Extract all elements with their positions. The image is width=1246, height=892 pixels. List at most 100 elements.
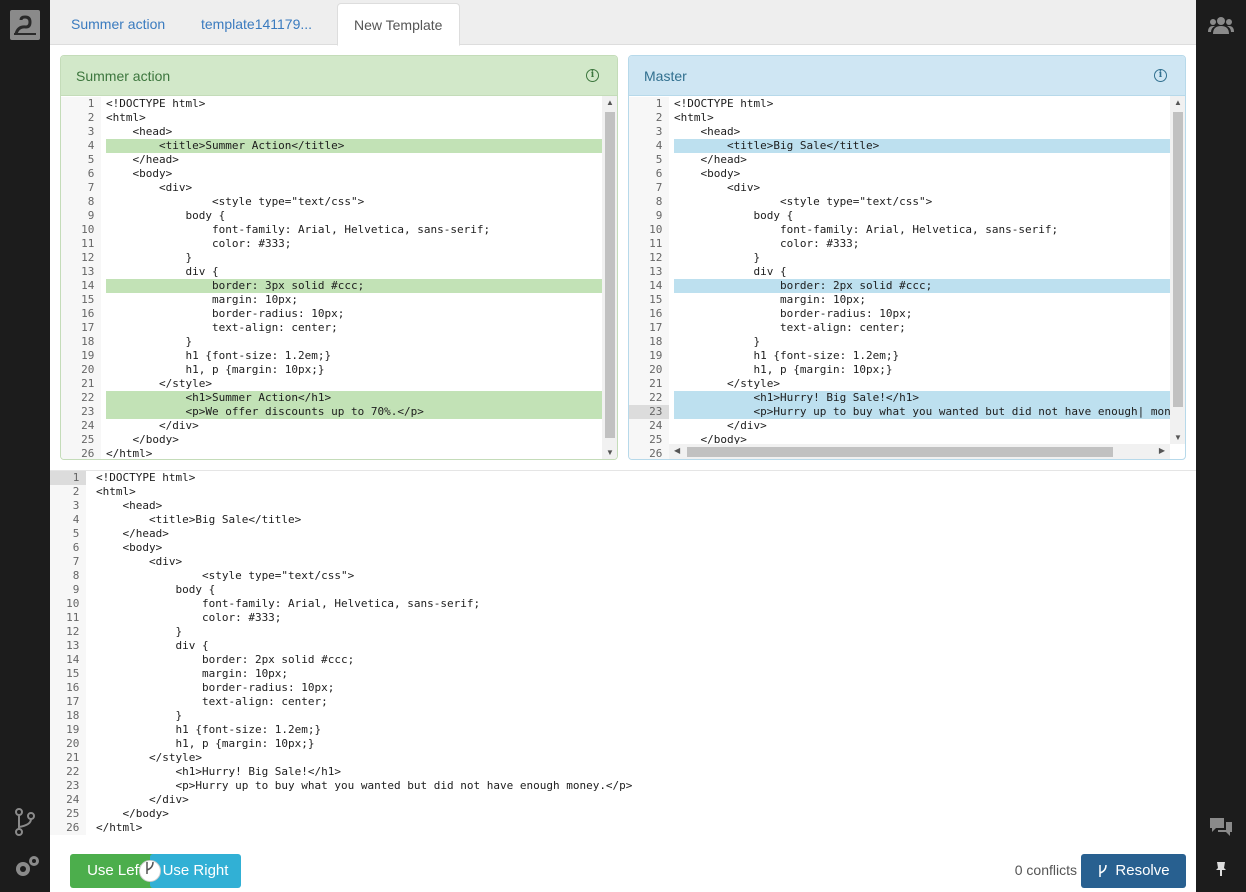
- code-line[interactable]: 15 margin: 10px;: [61, 293, 617, 307]
- code-line[interactable]: 3 <head>: [50, 499, 1196, 513]
- code-line[interactable]: 3 <head>: [61, 125, 617, 139]
- line-text: </head>: [106, 153, 179, 166]
- code-line[interactable]: 23 <p>We offer discounts up to 70%.</p>: [61, 405, 617, 419]
- code-line[interactable]: 14 border: 2px solid #ccc;: [629, 279, 1185, 293]
- code-line[interactable]: 12 }: [61, 251, 617, 265]
- code-line[interactable]: 23 <p>Hurry up to buy what you wanted bu…: [50, 779, 1196, 793]
- code-line[interactable]: 15 margin: 10px;: [50, 667, 1196, 681]
- code-line[interactable]: 20 h1, p {margin: 10px;}: [50, 737, 1196, 751]
- code-line[interactable]: 18 }: [50, 709, 1196, 723]
- code-line[interactable]: 3 <head>: [629, 125, 1185, 139]
- code-line[interactable]: 7 <div>: [629, 181, 1185, 195]
- code-line[interactable]: 10 font-family: Arial, Helvetica, sans-s…: [61, 223, 617, 237]
- code-line[interactable]: 19 h1 {font-size: 1.2em;}: [629, 349, 1185, 363]
- tab-new-template[interactable]: New Template: [337, 3, 460, 46]
- use-right-button[interactable]: Use Right: [150, 854, 241, 888]
- code-line[interactable]: 6 <body>: [629, 167, 1185, 181]
- code-line[interactable]: 8 <style type="text/css">: [629, 195, 1185, 209]
- users-icon[interactable]: [1207, 12, 1235, 38]
- info-icon[interactable]: i: [1154, 69, 1167, 82]
- code-line[interactable]: 24 </div>: [61, 419, 617, 433]
- code-line[interactable]: 1 <!DOCTYPE html>: [629, 97, 1185, 111]
- code-line[interactable]: 22 <h1>Summer Action</h1>: [61, 391, 617, 405]
- resolve-button[interactable]: Resolve: [1081, 854, 1186, 888]
- code-line[interactable]: 12 }: [50, 625, 1196, 639]
- code-line[interactable]: 19 h1 {font-size: 1.2em;}: [61, 349, 617, 363]
- code-line[interactable]: 18 }: [61, 335, 617, 349]
- code-line[interactable]: 20 h1, p {margin: 10px;}: [61, 363, 617, 377]
- code-line[interactable]: 24 </div>: [50, 793, 1196, 807]
- code-line[interactable]: 4 <title>Big Sale</title>: [50, 513, 1196, 527]
- code-line[interactable]: 2 <html>: [629, 111, 1185, 125]
- pin-icon[interactable]: [1212, 858, 1230, 880]
- code-line[interactable]: 11 color: #333;: [629, 237, 1185, 251]
- code-line[interactable]: 21 </style>: [50, 751, 1196, 765]
- code-line[interactable]: 26 </html>: [61, 447, 617, 459]
- line-text: <!DOCTYPE html>: [106, 97, 206, 110]
- swan-logo-icon[interactable]: [10, 10, 40, 40]
- code-line[interactable]: 21 </style>: [61, 377, 617, 391]
- code-line[interactable]: 26 </html>: [50, 821, 1196, 835]
- code-line[interactable]: 21 </style>: [629, 377, 1185, 391]
- code-line[interactable]: 4 <title>Summer Action</title>: [61, 139, 617, 153]
- code-line[interactable]: 23 <p>Hurry up to buy what you wanted bu…: [629, 405, 1185, 419]
- code-line[interactable]: 7 <div>: [50, 555, 1196, 569]
- code-line[interactable]: 18 }: [629, 335, 1185, 349]
- code-line[interactable]: 17 text-align: center;: [629, 321, 1185, 335]
- code-line[interactable]: 16 border-radius: 10px;: [50, 681, 1196, 695]
- code-line[interactable]: 11 color: #333;: [61, 237, 617, 251]
- code-line[interactable]: 25 </body>: [50, 807, 1196, 821]
- merge-result-editor[interactable]: 1 <!DOCTYPE html> 2 <html> 3 <head> 4 <titl…: [50, 470, 1196, 850]
- code-line[interactable]: 9 body {: [61, 209, 617, 223]
- code-line[interactable]: 13 div {: [50, 639, 1196, 653]
- code-line[interactable]: 8 <style type="text/css">: [50, 569, 1196, 583]
- code-line[interactable]: 10 font-family: Arial, Helvetica, sans-s…: [629, 223, 1185, 237]
- code-line[interactable]: 1 <!DOCTYPE html>: [61, 97, 617, 111]
- code-line[interactable]: 24 </div>: [629, 419, 1185, 433]
- code-line[interactable]: 17 text-align: center;: [61, 321, 617, 335]
- code-line[interactable]: 14 border: 3px solid #ccc;: [61, 279, 617, 293]
- code-line[interactable]: 16 border-radius: 10px;: [629, 307, 1185, 321]
- code-line[interactable]: 10 font-family: Arial, Helvetica, sans-s…: [50, 597, 1196, 611]
- tab-summer-action[interactable]: Summer action: [55, 3, 181, 45]
- left-vertical-scrollbar[interactable]: ▲ ▼: [602, 96, 617, 459]
- right-vertical-scrollbar[interactable]: ▲ ▼: [1170, 96, 1185, 444]
- code-line[interactable]: 25 </body>: [61, 433, 617, 447]
- code-line[interactable]: 9 body {: [629, 209, 1185, 223]
- code-line[interactable]: 22 <h1>Hurry! Big Sale!</h1>: [629, 391, 1185, 405]
- code-line[interactable]: 5 </head>: [50, 527, 1196, 541]
- code-line[interactable]: 6 <body>: [50, 541, 1196, 555]
- code-line[interactable]: 7 <div>: [61, 181, 617, 195]
- code-line[interactable]: 6 <body>: [61, 167, 617, 181]
- code-line[interactable]: 19 h1 {font-size: 1.2em;}: [50, 723, 1196, 737]
- code-line[interactable]: 5 </head>: [629, 153, 1185, 167]
- info-icon[interactable]: i: [586, 69, 599, 82]
- code-line[interactable]: 4 <title>Big Sale</title>: [629, 139, 1185, 153]
- line-number: 7: [50, 555, 86, 569]
- gear-icon[interactable]: [10, 852, 42, 884]
- code-line[interactable]: 2 <html>: [50, 485, 1196, 499]
- code-line[interactable]: 8 <style type="text/css">: [61, 195, 617, 209]
- code-line[interactable]: 1 <!DOCTYPE html>: [50, 471, 1196, 485]
- code-line[interactable]: 11 color: #333;: [50, 611, 1196, 625]
- code-line[interactable]: 13 div {: [629, 265, 1185, 279]
- line-text: <!DOCTYPE html>: [674, 97, 774, 110]
- code-line[interactable]: 15 margin: 10px;: [629, 293, 1185, 307]
- code-line[interactable]: 22 <h1>Hurry! Big Sale!</h1>: [50, 765, 1196, 779]
- chat-icon[interactable]: [1207, 814, 1235, 840]
- branch-icon[interactable]: [12, 806, 38, 838]
- code-line[interactable]: 14 border: 2px solid #ccc;: [50, 653, 1196, 667]
- tab-template[interactable]: template141179...: [185, 3, 328, 45]
- code-line[interactable]: 13 div {: [61, 265, 617, 279]
- right-code-editor[interactable]: 1 <!DOCTYPE html> 2 <html> 3 <head> 4 <titl…: [629, 97, 1185, 459]
- code-line[interactable]: 9 body {: [50, 583, 1196, 597]
- right-horizontal-scrollbar[interactable]: ◀ ▶: [669, 444, 1170, 459]
- code-line[interactable]: 12 }: [629, 251, 1185, 265]
- code-line[interactable]: 16 border-radius: 10px;: [61, 307, 617, 321]
- code-line[interactable]: 17 text-align: center;: [50, 695, 1196, 709]
- line-number: 4: [61, 139, 101, 153]
- code-line[interactable]: 5 </head>: [61, 153, 617, 167]
- code-line[interactable]: 2 <html>: [61, 111, 617, 125]
- code-line[interactable]: 20 h1, p {margin: 10px;}: [629, 363, 1185, 377]
- left-code-editor[interactable]: 1 <!DOCTYPE html> 2 <html> 3 <head> 4 <titl…: [61, 97, 617, 459]
